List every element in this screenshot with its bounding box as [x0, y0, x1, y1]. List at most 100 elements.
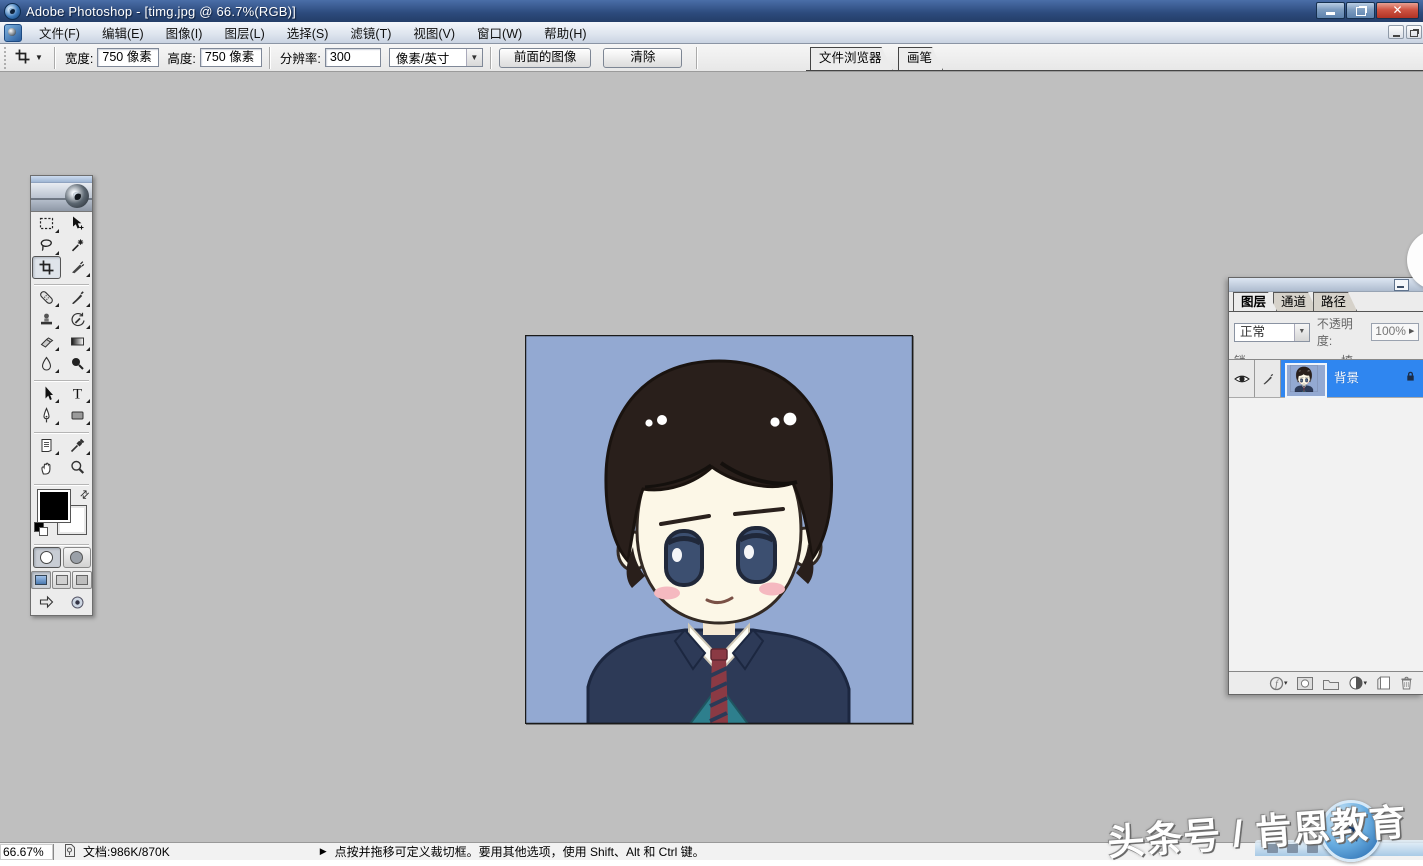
brush-tool[interactable]: [63, 286, 92, 309]
layer-name[interactable]: 背景: [1327, 360, 1405, 397]
eye-icon: [1233, 375, 1250, 382]
delete-layer-button[interactable]: [1400, 676, 1413, 690]
type-tool[interactable]: T: [63, 382, 92, 405]
menu-select[interactable]: 选择(S): [276, 20, 340, 45]
crop-tool[interactable]: [31, 255, 61, 279]
zoom-level-input[interactable]: 66.67%: [0, 843, 54, 860]
layers-panel-titlebar[interactable]: [1229, 278, 1423, 292]
menu-window[interactable]: 窗口(W): [466, 20, 533, 45]
slice-tool[interactable]: [63, 256, 92, 279]
rectangular-marquee-tool[interactable]: [32, 212, 61, 235]
jump-to-imageready-button[interactable]: [32, 591, 61, 614]
photoshop-app-icon: [4, 2, 21, 20]
tab-paths[interactable]: 路径: [1313, 292, 1357, 311]
fullscreen-mode-button[interactable]: [72, 570, 93, 589]
menu-filter[interactable]: 滤镜(T): [339, 20, 402, 45]
doc-minimize-button[interactable]: [1388, 25, 1404, 39]
layer-row-background[interactable]: 背景: [1229, 360, 1423, 398]
lasso-tool[interactable]: [32, 234, 61, 257]
resolution-input[interactable]: 300: [324, 48, 381, 67]
eyedropper-tool[interactable]: [63, 434, 92, 457]
menu-edit[interactable]: 编辑(E): [91, 20, 155, 45]
layer-thumbnail[interactable]: [1285, 363, 1327, 398]
fullscreen-menubar-mode-button[interactable]: [51, 570, 72, 589]
tab-brushes[interactable]: 画笔: [898, 47, 943, 70]
photoshop-eye-logo-icon: [65, 184, 89, 208]
menu-layer[interactable]: 图层(L): [213, 20, 275, 45]
notes-tool[interactable]: [32, 434, 61, 457]
clear-button[interactable]: 清除: [603, 47, 683, 68]
dodge-tool[interactable]: [63, 352, 92, 375]
magic-wand-tool[interactable]: [63, 234, 92, 257]
zoom-tool[interactable]: [63, 456, 92, 479]
combo-arrow-icon: ▼: [1293, 323, 1309, 341]
options-grip[interactable]: [3, 45, 8, 70]
adjustment-layer-button[interactable]: ▾: [1349, 676, 1367, 690]
svg-text:T: T: [72, 386, 81, 402]
front-image-button[interactable]: 前面的图像: [498, 47, 592, 68]
new-layer-button[interactable]: [1377, 676, 1390, 690]
move-tool[interactable]: [63, 212, 92, 235]
layer-list: 背景: [1229, 359, 1423, 672]
clone-stamp-tool[interactable]: [32, 308, 61, 331]
layer-visibility-toggle[interactable]: [1229, 360, 1255, 397]
crop-tool-icon[interactable]: [14, 48, 31, 68]
svg-text:f: f: [1275, 679, 1279, 690]
doc-restore-button[interactable]: [1406, 25, 1422, 39]
hand-tool[interactable]: [32, 456, 61, 479]
layers-panel-bottombar: f ▾ ▾: [1229, 673, 1423, 693]
width-label: 宽度:: [64, 52, 94, 66]
tab-layers[interactable]: 图层: [1233, 292, 1277, 311]
path-selection-tool[interactable]: [32, 382, 61, 405]
window-title: Adobe Photoshop - [timg.jpg @ 66.7%(RGB)…: [26, 3, 296, 19]
imageready-icon: [63, 591, 92, 614]
height-input[interactable]: 750 像素: [199, 48, 262, 67]
menu-file[interactable]: 文件(F): [28, 20, 91, 45]
pen-tool[interactable]: [32, 404, 61, 427]
paintbrush-icon: [1262, 373, 1273, 384]
document-canvas[interactable]: [525, 335, 913, 724]
swap-colors-icon[interactable]: ⇄: [77, 487, 92, 502]
shape-tool[interactable]: [63, 404, 92, 427]
resolution-unit-select[interactable]: 像素/英寸 ▼: [388, 48, 483, 67]
minimize-button[interactable]: [1316, 2, 1345, 19]
document-profile-icon[interactable]: [64, 843, 75, 860]
menu-help[interactable]: 帮助(H): [533, 20, 597, 45]
close-button[interactable]: ✕: [1376, 2, 1419, 19]
history-brush-tool[interactable]: [63, 308, 92, 331]
menu-image[interactable]: 图像(I): [155, 20, 214, 45]
blend-mode-select[interactable]: 正常 ▼: [1234, 322, 1310, 342]
blur-tool[interactable]: [32, 352, 61, 375]
photoshop-banner[interactable]: [31, 183, 92, 212]
work-area: T ⇄ 图层 通道 路径 正常 ▼ 不透明度: 100% ▶ 背景 f ▾ ▾: [0, 72, 1423, 842]
gradient-tool[interactable]: [63, 330, 92, 353]
palette-well: 文件浏览器 画笔: [806, 47, 1423, 71]
new-group-button[interactable]: [1323, 677, 1340, 690]
quick-mask-mode-button[interactable]: [62, 547, 91, 568]
standard-screen-mode-button[interactable]: [31, 570, 51, 589]
tool-preset-arrow-icon[interactable]: ▼: [35, 53, 43, 62]
opacity-input[interactable]: 100% ▶: [1371, 323, 1419, 341]
menu-view[interactable]: 视图(V): [402, 20, 466, 45]
opacity-label: 不透明度:: [1316, 317, 1353, 348]
document-size-info[interactable]: 文档:986K/870K: [83, 843, 170, 860]
opacity-slider-arrow-icon[interactable]: ▶: [1409, 324, 1418, 340]
panel-minimize-icon[interactable]: [1394, 279, 1409, 291]
layer-paint-indicator[interactable]: [1255, 360, 1281, 397]
status-arrow-icon[interactable]: ▶: [320, 846, 327, 857]
standard-mode-button[interactable]: [32, 547, 61, 568]
eraser-tool[interactable]: [32, 330, 61, 353]
healing-brush-tool[interactable]: [32, 286, 61, 309]
restore-button[interactable]: [1346, 2, 1375, 19]
tab-file-browser[interactable]: 文件浏览器: [810, 47, 893, 70]
tool-hint-text: 点按并拖移可定义裁切框。要用其他选项，使用 Shift、Alt 和 Ctrl 键…: [334, 845, 705, 859]
add-mask-button[interactable]: [1297, 676, 1314, 690]
toolbox-titlebar[interactable]: [31, 176, 92, 183]
resolution-label: 分辨率:: [279, 52, 321, 66]
foreground-color-swatch[interactable]: [37, 489, 71, 523]
width-input[interactable]: 750 像素: [97, 48, 160, 67]
height-label: 高度:: [167, 52, 196, 66]
tab-channels[interactable]: 通道: [1273, 292, 1317, 311]
default-colors-icon[interactable]: [34, 522, 48, 536]
layer-style-button[interactable]: f ▾: [1269, 676, 1287, 691]
